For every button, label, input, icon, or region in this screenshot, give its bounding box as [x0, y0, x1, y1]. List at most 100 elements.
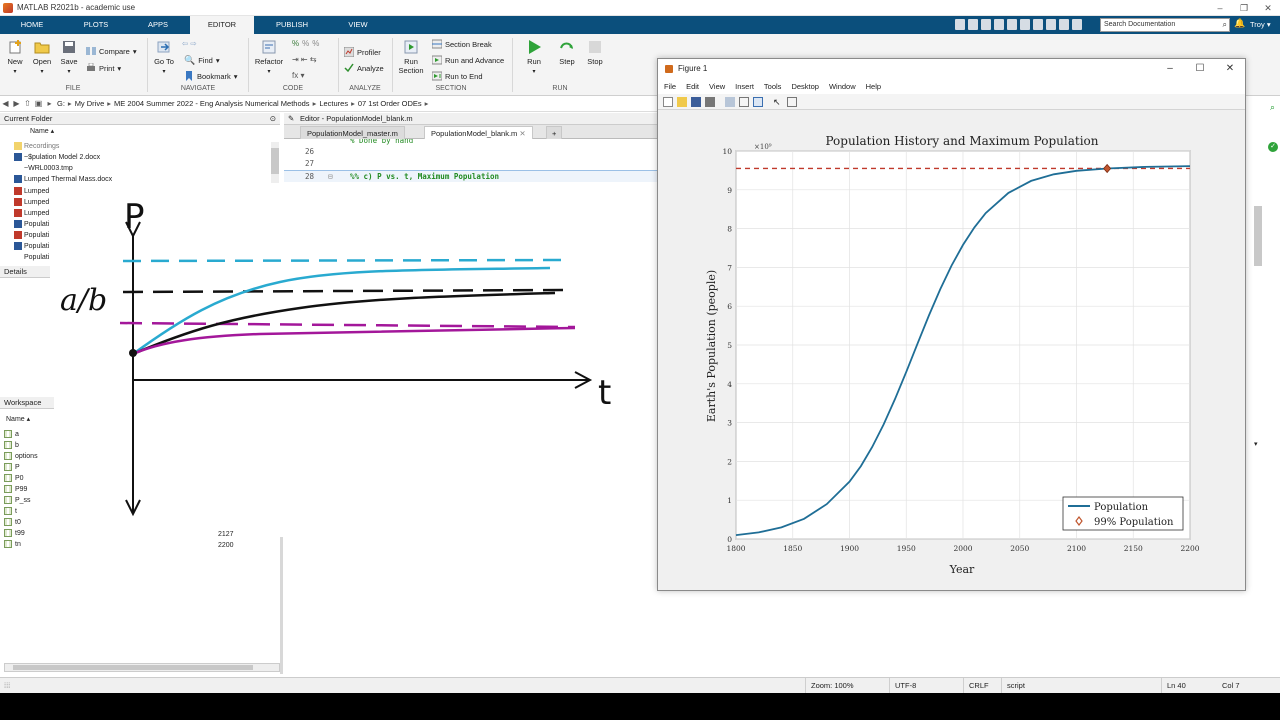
section-break-button[interactable]: Section Break: [432, 39, 492, 49]
workspace-name-column-header[interactable]: Name ▴: [6, 415, 30, 423]
redo-icon[interactable]: [1020, 19, 1030, 30]
open-file-icon[interactable]: [677, 96, 687, 107]
list-item[interactable]: Populati: [14, 231, 49, 239]
current-folder-address-bar[interactable]: ◀ ▶ ⇧ ▣ ▸ G: ▸ My Drive ▸ ME 2004 Summer 2…: [0, 96, 660, 112]
minimize-icon[interactable]: –: [1155, 59, 1185, 79]
menu-insert[interactable]: Insert: [735, 82, 754, 91]
scroll-down-icon[interactable]: ▾: [1254, 440, 1258, 448]
undo-icon[interactable]: [1007, 19, 1017, 30]
new-figure-icon[interactable]: [663, 96, 673, 107]
analyze-button[interactable]: Analyze: [344, 63, 384, 73]
breadcrumb-drive[interactable]: G:: [57, 99, 65, 108]
open-button[interactable]: Open ▾: [30, 39, 54, 75]
list-item[interactable]: Populati: [14, 253, 49, 261]
close-tab-icon[interactable]: ✕: [519, 129, 525, 138]
list-item[interactable]: Lumped: [14, 209, 49, 217]
status-encoding[interactable]: UTF-8: [889, 678, 963, 694]
up-folder-icon[interactable]: ⇧: [22, 99, 33, 108]
search-documentation-input[interactable]: Search Documentation ⌕: [1100, 18, 1230, 32]
maximize-icon[interactable]: ☐: [1185, 59, 1215, 79]
tab-publish[interactable]: PUBLISH: [266, 16, 318, 34]
table-row[interactable]: P_ss: [4, 496, 31, 504]
stop-button[interactable]: Stop: [582, 39, 608, 66]
list-item[interactable]: Lumped: [14, 198, 49, 206]
list-item[interactable]: Lumped: [14, 187, 49, 195]
help-icon[interactable]: [1046, 19, 1056, 30]
community-icon[interactable]: [1059, 19, 1069, 30]
table-row[interactable]: t99: [4, 529, 25, 537]
table-row[interactable]: P: [4, 463, 20, 471]
chart-legend[interactable]: Population 99% Population: [1062, 496, 1184, 531]
refactor-button[interactable]: Refactor ▾: [252, 39, 286, 75]
back-forward-buttons[interactable]: ⇦ ⇨: [182, 39, 197, 48]
menu-desktop[interactable]: Desktop: [791, 82, 819, 91]
breadcrumb-course[interactable]: ME 2004 Summer 2022 - Eng Analysis Numer…: [114, 99, 310, 108]
run-section-button[interactable]: Run Section: [395, 39, 427, 75]
list-item[interactable]: ~WRL0003.tmp: [14, 164, 73, 172]
tab-view[interactable]: VIEW: [332, 16, 384, 34]
workspace-header[interactable]: Workspace: [0, 397, 54, 409]
copy-icon[interactable]: [981, 19, 991, 30]
comment-buttons[interactable]: % % %: [292, 39, 319, 48]
status-file-type[interactable]: script: [1001, 678, 1161, 694]
notification-bell-icon[interactable]: 🔔: [1234, 18, 1245, 29]
table-row[interactable]: t: [4, 507, 17, 515]
link-plot-icon[interactable]: [725, 96, 735, 107]
panel-options-icon[interactable]: ⊙: [270, 113, 276, 124]
smart-indent-button[interactable]: fx ▾: [292, 71, 304, 80]
bookmark-button[interactable]: Bookmark ▾: [184, 71, 238, 81]
status-eol[interactable]: CRLF: [963, 678, 1001, 694]
insert-colorbar-icon[interactable]: [739, 96, 749, 107]
list-item[interactable]: Populati: [14, 220, 49, 228]
forward-icon[interactable]: ▶: [11, 99, 22, 108]
insert-legend-icon[interactable]: [753, 96, 763, 107]
tab-populationmodel-master[interactable]: PopulationModel_master.m: [300, 126, 405, 139]
step-button[interactable]: Step: [554, 39, 580, 66]
list-item[interactable]: ~$pulation Model 2.docx: [14, 153, 100, 161]
request-support-icon[interactable]: [1072, 19, 1082, 30]
code-editor[interactable]: % Done by hand 26 27 28 ⊟%% c) P vs. t, M…: [284, 139, 658, 185]
switch-windows-icon[interactable]: [1033, 19, 1043, 30]
tab-plots[interactable]: PLOTS: [70, 16, 122, 34]
property-inspector-icon[interactable]: [787, 96, 797, 107]
menu-help[interactable]: Help: [866, 82, 881, 91]
name-column-header[interactable]: Name ▴: [30, 127, 54, 135]
menu-edit[interactable]: Edit: [686, 82, 699, 91]
back-icon[interactable]: ◀: [0, 99, 11, 108]
details-header[interactable]: Details: [0, 266, 54, 278]
workspace-hscrollbar[interactable]: [4, 663, 280, 672]
search-file-icon[interactable]: ⌕: [1270, 102, 1275, 113]
menu-file[interactable]: File: [664, 82, 676, 91]
goto-button[interactable]: Go To ▾: [152, 39, 176, 75]
print-button[interactable]: Print ▾: [86, 63, 121, 73]
table-row[interactable]: b: [4, 441, 19, 449]
close-icon[interactable]: ✕: [1215, 59, 1245, 79]
close-icon[interactable]: ✕: [1256, 0, 1280, 16]
save-figure-icon[interactable]: [691, 96, 701, 107]
find-button[interactable]: 🔍 Find ▾: [184, 55, 220, 66]
paste-icon[interactable]: [994, 19, 1004, 30]
tab-home[interactable]: HOME: [6, 16, 58, 34]
folder-scrollbar[interactable]: [271, 142, 279, 183]
run-to-end-button[interactable]: Run to End: [432, 71, 483, 81]
minimize-icon[interactable]: –: [1208, 0, 1232, 16]
code-analyzer-ok-icon[interactable]: ✓: [1268, 142, 1278, 152]
user-account-menu[interactable]: Troy ▾: [1250, 16, 1271, 34]
menu-tools[interactable]: Tools: [764, 82, 782, 91]
run-and-advance-button[interactable]: Run and Advance: [432, 55, 504, 65]
drive-root-icon[interactable]: ▸: [44, 99, 55, 108]
fold-toggle-icon[interactable]: ⊟: [328, 171, 333, 183]
breadcrumb-ode-folder[interactable]: 07 1st Order ODEs: [358, 99, 422, 108]
table-row[interactable]: options: [4, 452, 38, 460]
list-item[interactable]: Recordings: [14, 142, 59, 150]
run-button[interactable]: Run ▾: [520, 39, 548, 75]
search-icon[interactable]: ⌕: [1223, 19, 1227, 31]
new-button[interactable]: New ▾: [4, 39, 26, 75]
list-item[interactable]: Lumped Thermal Mass.docx: [14, 175, 112, 183]
table-row[interactable]: t0: [4, 518, 21, 526]
save-button[interactable]: Save ▾: [58, 39, 80, 75]
status-zoom[interactable]: Zoom: 100%: [805, 678, 889, 694]
save-icon[interactable]: [955, 19, 965, 30]
breadcrumb-my-drive[interactable]: My Drive: [75, 99, 105, 108]
compare-button[interactable]: Compare ▾: [86, 46, 137, 56]
